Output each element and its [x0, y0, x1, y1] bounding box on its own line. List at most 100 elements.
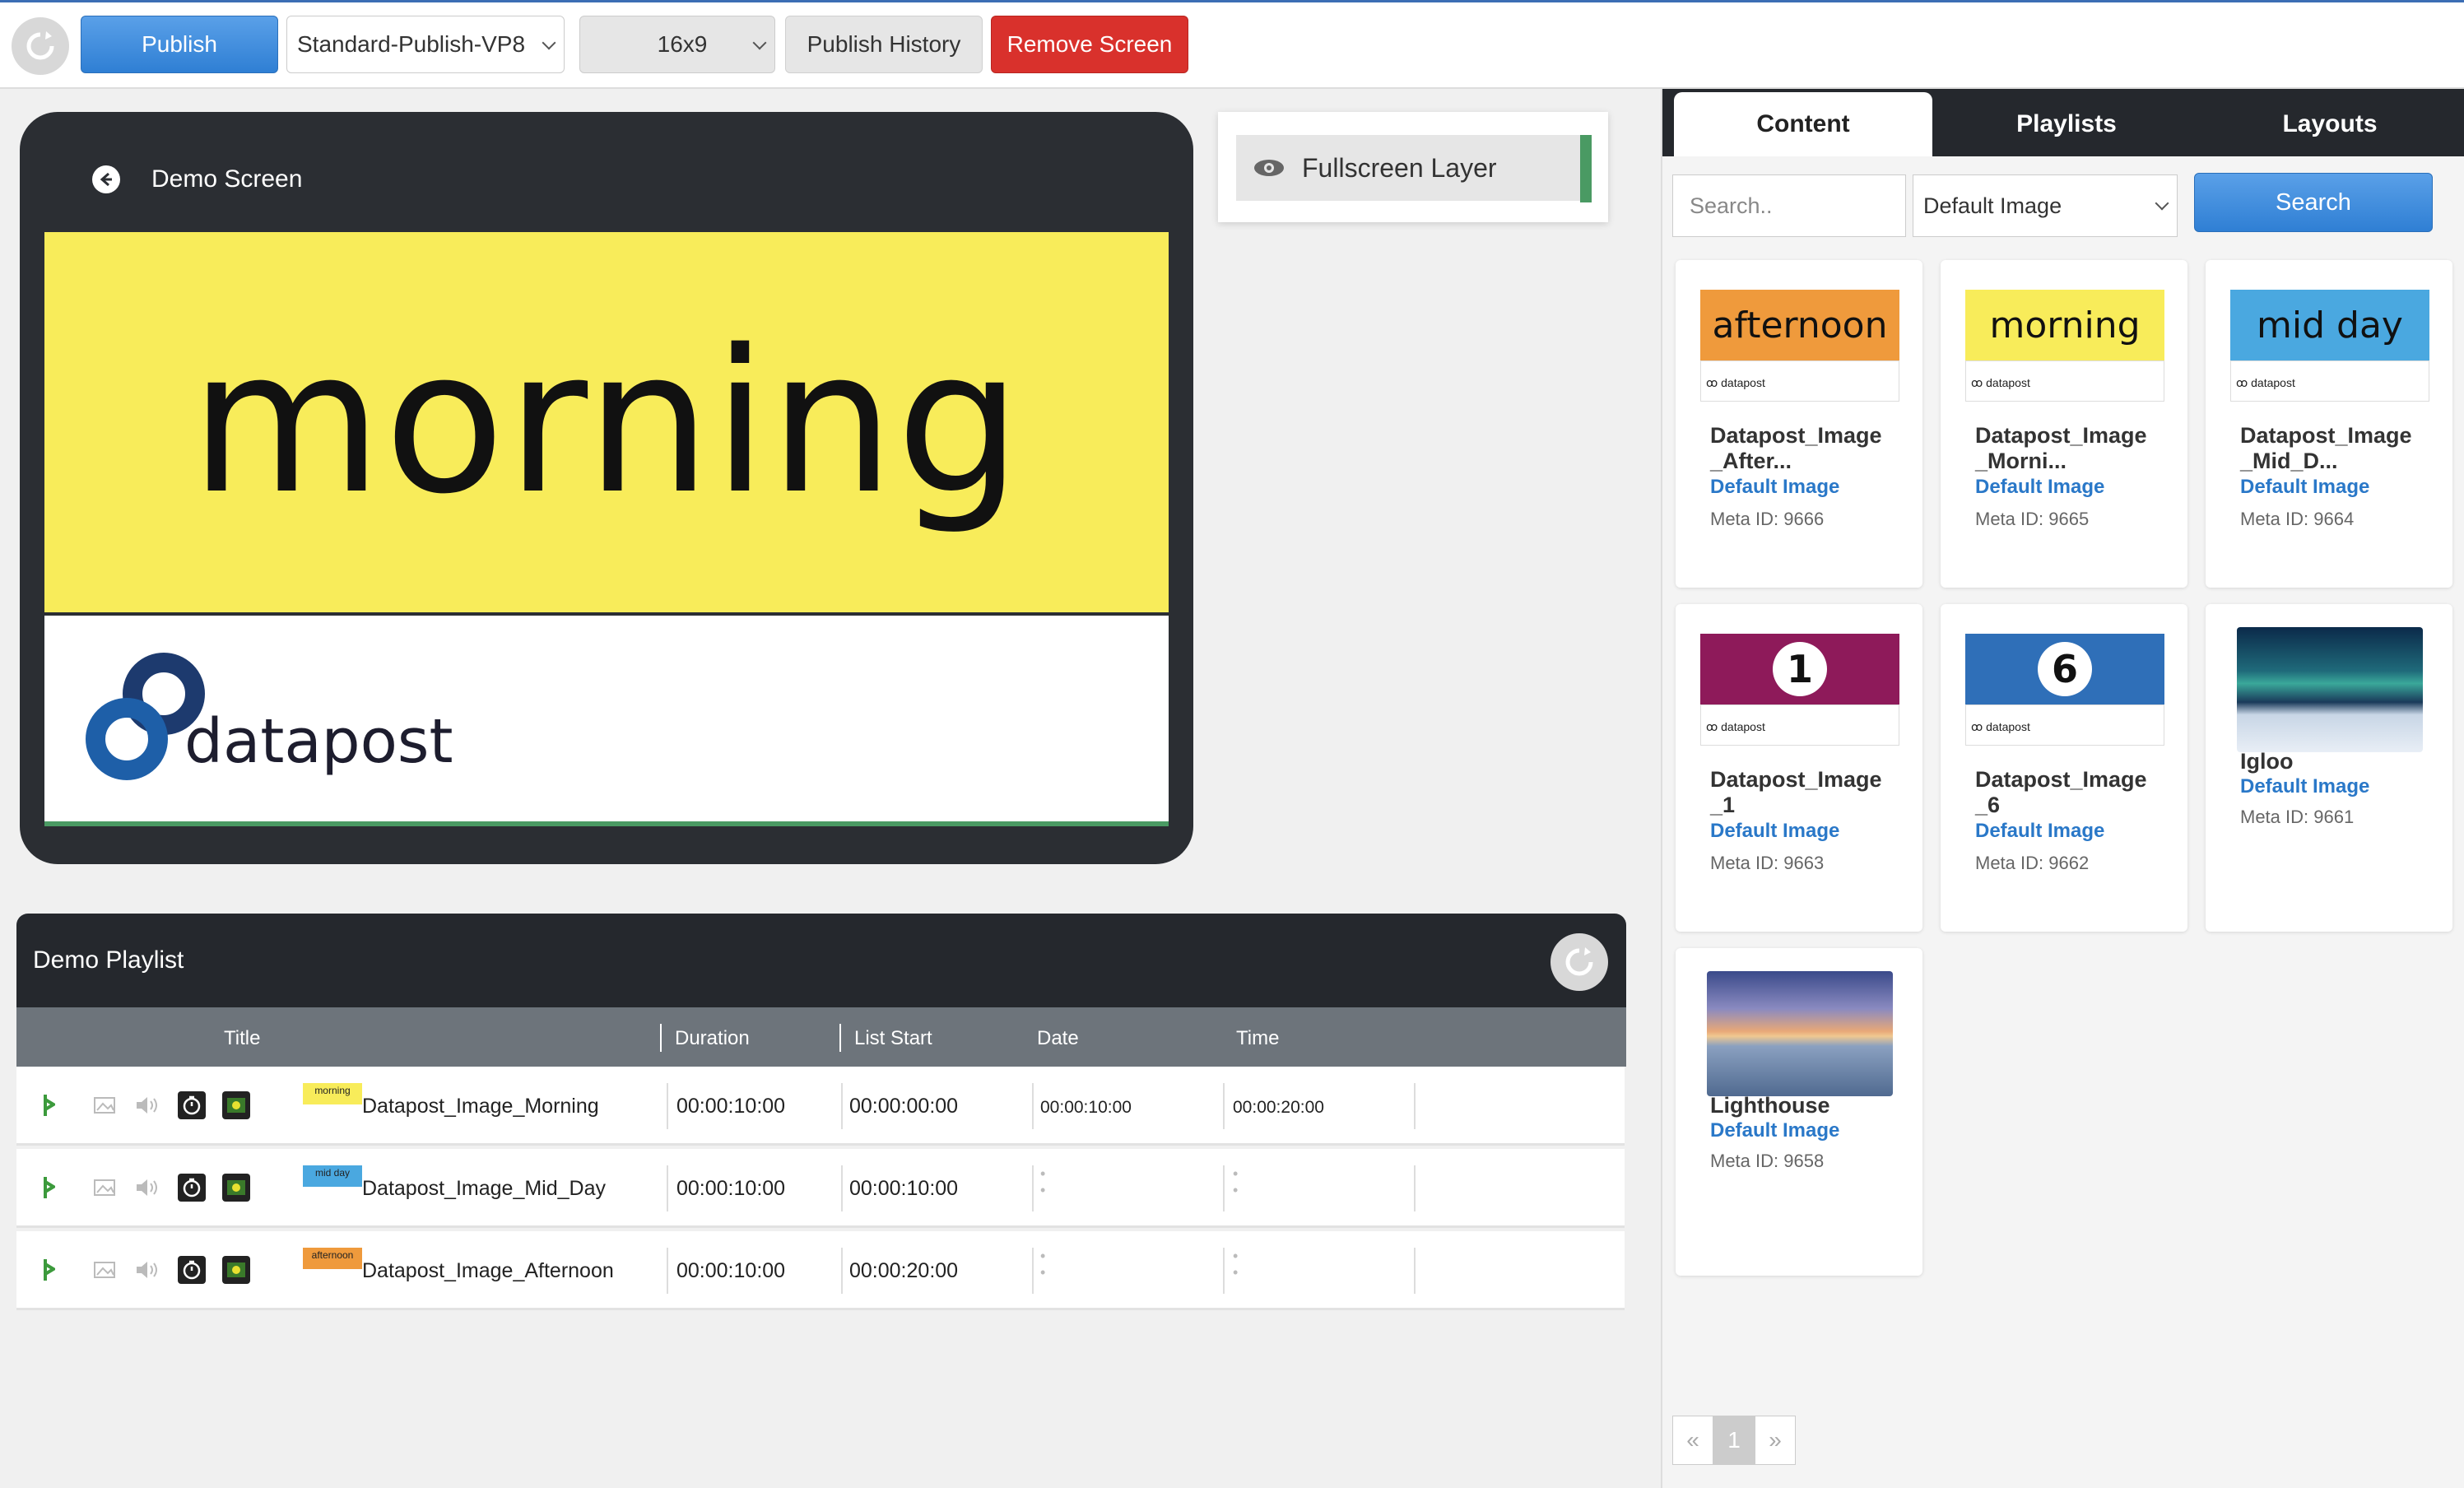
card-name: Igloo: [2240, 749, 2294, 774]
panel-tabs: Content Playlists Layouts: [1662, 89, 2464, 156]
card-meta-id: Meta ID: 9664: [2240, 509, 2355, 529]
schedule-icon[interactable]: [222, 1174, 250, 1202]
card-meta-id: Meta ID: 9662: [1975, 853, 2090, 873]
playlist-panel: Demo Playlist Title Duration List Start …: [16, 914, 1626, 1310]
datapost-mini-logo-icon: ꝏ datapost: [1965, 704, 2164, 746]
eye-icon[interactable]: [1253, 158, 1285, 178]
cell-separator: [841, 1083, 843, 1129]
content-card[interactable]: 1 ꝏ datapost Datapost_Image _1 Default I…: [1676, 604, 1922, 932]
content-card[interactable]: Igloo Default Image Meta ID: 9661: [2206, 604, 2452, 932]
schedule-icon[interactable]: [222, 1091, 250, 1119]
playlist-row[interactable]: afternoon Datapost_Image_Afternoon 00:00…: [16, 1231, 1625, 1310]
publish-history-button[interactable]: Publish History: [785, 16, 983, 73]
card-meta-id: Meta ID: 9665: [1975, 509, 2090, 529]
playlist-refresh-icon[interactable]: [1550, 933, 1608, 991]
volume-icon[interactable]: [133, 1174, 161, 1202]
cell-separator: [841, 1248, 843, 1294]
row-title: Datapost_Image_Morning: [362, 1095, 599, 1118]
pager-prev[interactable]: «: [1672, 1416, 1713, 1465]
card-type: Default Image: [2240, 775, 2370, 797]
schedule-icon[interactable]: [222, 1256, 250, 1284]
content-card[interactable]: morning ꝏ datapost Datapost_Image _Morni…: [1941, 260, 2187, 588]
search-button[interactable]: Search: [2194, 173, 2433, 232]
card-name: Datapost_Image _1: [1710, 767, 1882, 817]
row-time-empty[interactable]: • •: [1233, 1165, 1238, 1198]
image-icon[interactable]: [91, 1091, 119, 1119]
tab-playlists[interactable]: Playlists: [1937, 92, 2196, 156]
back-arrow-icon[interactable]: [92, 165, 120, 193]
drag-handle-icon[interactable]: [35, 1256, 63, 1284]
row-date-empty[interactable]: • •: [1040, 1248, 1045, 1281]
pager-page[interactable]: 1: [1713, 1416, 1755, 1465]
card-thumbnail: afternoon ꝏ datapost: [1700, 290, 1899, 402]
content-card[interactable]: mid day ꝏ datapost Datapost_Image _Mid_D…: [2206, 260, 2452, 588]
preview-image: morning: [44, 232, 1169, 612]
playlist-row[interactable]: morning Datapost_Image_Morning 00:00:10:…: [16, 1067, 1625, 1146]
row-date[interactable]: 00:00:10:00: [1040, 1098, 1132, 1118]
layer-panel: Fullscreen Layer: [1218, 112, 1608, 222]
top-toolbar: Publish Standard-Publish-VP8 16x9 Publis…: [0, 0, 2464, 89]
row-title: Datapost_Image_Mid_Day: [362, 1177, 606, 1200]
lighthouse-image: [1707, 971, 1893, 1096]
image-icon[interactable]: [91, 1174, 119, 1202]
pagination: « 1 »: [1672, 1416, 1796, 1465]
card-name: Datapost_Image _Mid_D...: [2240, 423, 2412, 473]
volume-icon[interactable]: [133, 1091, 161, 1119]
cell-separator: [1223, 1083, 1225, 1129]
aspect-ratio-select[interactable]: 16x9: [579, 16, 775, 73]
card-image-band: 6: [1965, 634, 2164, 704]
cell-separator: [1414, 1248, 1416, 1294]
screen-title: Demo Screen: [151, 165, 303, 193]
row-list-start: 00:00:20:00: [849, 1259, 959, 1282]
timer-icon[interactable]: [178, 1174, 206, 1202]
playlist-header: Demo Playlist: [16, 914, 1626, 1007]
card-image-text: morning: [1965, 290, 2164, 360]
col-time: Time: [1236, 1027, 1280, 1049]
cell-separator: [841, 1165, 843, 1211]
card-thumbnail: morning ꝏ datapost: [1965, 290, 2164, 402]
content-type-select[interactable]: Default Image: [1913, 174, 2178, 237]
card-type: Default Image: [1710, 820, 1840, 842]
drag-handle-icon[interactable]: [35, 1091, 63, 1119]
col-separator: [839, 1024, 841, 1052]
card-thumbnail: 6 ꝏ datapost: [1965, 634, 2164, 746]
chevron-down-icon: [542, 35, 556, 50]
timer-icon[interactable]: [178, 1091, 206, 1119]
aspect-ratio-value: 16x9: [657, 31, 708, 57]
content-card[interactable]: 6 ꝏ datapost Datapost_Image _6 Default I…: [1941, 604, 2187, 932]
pager-next[interactable]: »: [1755, 1416, 1796, 1465]
row-time-empty[interactable]: • •: [1233, 1248, 1238, 1281]
tab-content[interactable]: Content: [1674, 92, 1932, 156]
card-meta-id: Meta ID: 9658: [1710, 1151, 1825, 1171]
datapost-mini-logo-icon: ꝏ datapost: [1700, 704, 1899, 746]
row-thumbnail: mid day: [303, 1165, 362, 1198]
playlist-row[interactable]: mid day Datapost_Image_Mid_Day 00:00:10:…: [16, 1149, 1625, 1228]
layer-color-bar: [1580, 135, 1592, 202]
publish-profile-select[interactable]: Standard-Publish-VP8: [286, 16, 565, 73]
tab-layouts[interactable]: Layouts: [2201, 92, 2459, 156]
search-input[interactable]: Search..: [1672, 174, 1906, 237]
cell-separator: [667, 1083, 668, 1129]
remove-screen-button[interactable]: Remove Screen: [991, 16, 1188, 73]
igloo-image: [2237, 627, 2423, 752]
card-thumbnail: mid day ꝏ datapost: [2230, 290, 2429, 402]
row-time[interactable]: 00:00:20:00: [1233, 1098, 1324, 1118]
row-list-start: 00:00:10:00: [849, 1177, 959, 1200]
cell-separator: [1223, 1248, 1225, 1294]
timer-icon[interactable]: [178, 1256, 206, 1284]
content-card[interactable]: afternoon ꝏ datapost Datapost_Image _Aft…: [1676, 260, 1922, 588]
card-meta-id: Meta ID: 9663: [1710, 853, 1825, 873]
image-icon[interactable]: [91, 1256, 119, 1284]
layer-item-fullscreen[interactable]: Fullscreen Layer: [1236, 135, 1582, 201]
card-image-band: 1: [1700, 634, 1899, 704]
drag-handle-icon[interactable]: [35, 1174, 63, 1202]
card-image-text: 1: [1773, 642, 1827, 696]
refresh-icon[interactable]: [12, 17, 69, 75]
row-date-empty[interactable]: • •: [1040, 1165, 1045, 1198]
content-card[interactable]: Lighthouse Default Image Meta ID: 9658: [1676, 948, 1922, 1276]
volume-icon[interactable]: [133, 1256, 161, 1284]
datapost-mini-logo-icon: ꝏ datapost: [1965, 360, 2164, 402]
row-thumbnail: morning: [303, 1083, 362, 1116]
card-name: Datapost_Image _Morni...: [1975, 423, 2147, 473]
publish-button[interactable]: Publish: [81, 16, 278, 73]
